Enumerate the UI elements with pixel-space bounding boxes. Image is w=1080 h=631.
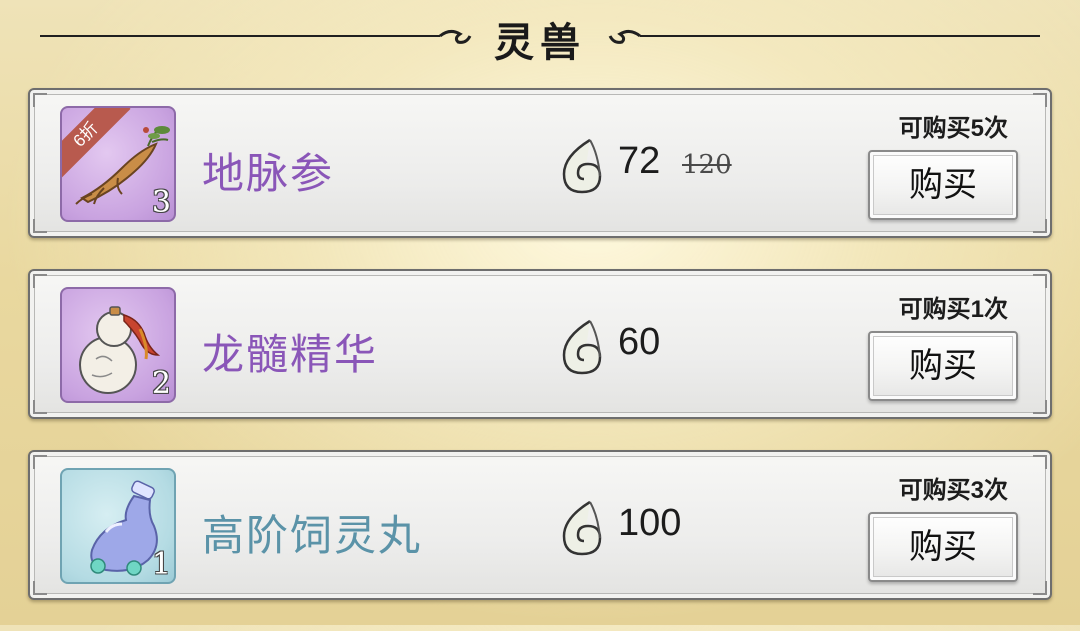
buy-button[interactable]: 购买 xyxy=(868,331,1018,401)
purchase-limit: 可购买3次 xyxy=(898,477,1008,504)
item-quantity: 2 xyxy=(151,366,171,401)
item-name: 地脉参 xyxy=(202,150,335,197)
spirit-jade-icon xyxy=(562,500,602,556)
item-price-value: 72 xyxy=(618,140,661,182)
item-icon-frame[interactable]: 2 xyxy=(60,287,176,403)
item-icon-frame[interactable]: 6折 3 xyxy=(60,106,176,222)
page-title: 灵兽 xyxy=(494,19,586,66)
spirit-jade-icon xyxy=(562,319,602,375)
shop-item-list: 6折 3 地脉参 72 120 可购买5次 购买 2 龙髓精华 60 可购买1次… xyxy=(28,88,1052,631)
item-original-price: 120 xyxy=(682,150,732,180)
item-quantity: 1 xyxy=(151,547,171,582)
item-icon-frame[interactable]: 1 xyxy=(60,468,176,584)
purchase-limit: 可购买5次 xyxy=(898,115,1008,142)
item-name: 龙髓精华 xyxy=(202,331,379,378)
buy-button[interactable]: 购买 xyxy=(868,512,1018,582)
shop-item-card: 6折 3 地脉参 72 120 可购买5次 购买 xyxy=(28,88,1052,238)
shop-item-card: 2 龙髓精华 60 可购买1次 购买 xyxy=(28,269,1052,419)
shop-header: 灵兽 xyxy=(0,0,1080,72)
item-name: 高阶饲灵丸 xyxy=(202,512,423,559)
purchase-limit: 可购买1次 xyxy=(898,296,1008,323)
shop-item-card: 1 高阶饲灵丸 100 可购买3次 购买 xyxy=(28,450,1052,600)
spirit-jade-icon xyxy=(562,138,602,194)
item-price-value: 100 xyxy=(618,502,682,544)
item-quantity: 3 xyxy=(151,185,171,220)
item-price-value: 60 xyxy=(618,321,661,363)
buy-button[interactable]: 购买 xyxy=(868,150,1018,220)
